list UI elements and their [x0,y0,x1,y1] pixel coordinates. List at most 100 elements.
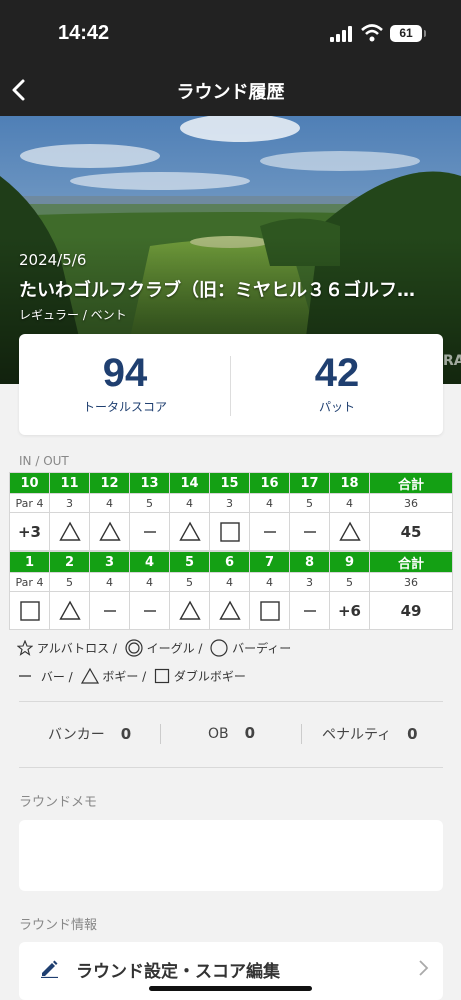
round-settings-edit-button[interactable]: ラウンド設定・スコア編集 [19,942,443,1000]
wifi-icon [361,24,383,42]
legend-eagle: イーグル / [146,641,203,656]
hole-number: 7 [249,551,290,573]
hole-score[interactable] [289,591,330,630]
par-row: Par 4 5 4 4 5 4 4 3 5 36 [9,572,453,592]
hole-number: 1 [9,551,50,573]
ob-value: 0 [244,724,256,742]
hole-number: 15 [209,472,250,494]
stat-divider [160,724,161,744]
square-icon [219,521,240,542]
putt-count: 42 [314,351,360,395]
total-score: 94 [102,351,148,395]
triangle-icon [58,521,81,541]
star-icon [17,640,33,656]
hole-score[interactable] [169,512,210,551]
hole-score[interactable] [89,591,130,630]
par-row: Par 4 3 4 5 4 3 4 5 4 36 [9,493,453,513]
hole-number: 5 [169,551,210,573]
hole-par: 3 [49,493,90,513]
hole-score[interactable]: +3 [9,512,50,551]
hole-par: 3 [209,493,250,513]
hole-score[interactable] [169,591,210,630]
hole-score[interactable] [89,512,130,551]
ob-stat: OB 0 [208,724,255,756]
bunker-stat: バンカー 0 [48,724,131,756]
total-header: 合計 [369,472,453,494]
hole-par: 5 [329,572,370,592]
home-indicator [149,986,312,991]
photo-watermark: RA [443,353,461,369]
hole-number: 17 [289,472,330,494]
edit-button-label: ラウンド設定・スコア編集 [76,962,280,982]
hole-score[interactable] [329,512,370,551]
hole-number: 13 [129,472,170,494]
hole-score[interactable] [49,591,90,630]
hole-number: 4 [129,551,170,573]
hole-score[interactable] [249,512,290,551]
bunker-value: 0 [120,725,132,743]
putt-block: 42 パット [231,334,443,435]
score-summary-card: 94 トータルスコア 42 パット [19,334,443,435]
dash-icon [303,609,316,612]
triangle-icon [178,521,201,541]
round-memo-box[interactable] [19,820,443,891]
triangle-icon [98,521,121,541]
square-icon [259,600,280,621]
hole-number: 8 [289,551,330,573]
round-date: 2024/5/6 [19,251,87,269]
status-time: 14:42 [58,22,110,44]
hole-score[interactable] [9,591,50,630]
total-score-label: トータルスコア [82,400,167,414]
hole-number: 3 [89,551,130,573]
triangle-icon [218,600,241,620]
hole-par: 4 [169,493,210,513]
hole-number: 2 [49,551,90,573]
hole-score[interactable] [129,591,170,630]
hole-par: 4 [209,572,250,592]
hole-score[interactable] [209,591,250,630]
hole-number-row: 1 2 3 4 5 6 7 8 9 合計 [9,551,453,573]
hole-number: 12 [89,472,130,494]
hole-score[interactable]: +6 [329,591,370,630]
dash-icon [19,675,31,677]
hole-par: 5 [169,572,210,592]
nav-bar: ラウンド履歴 [0,68,461,116]
triangle-icon [80,667,99,684]
hole-par: 4 [249,493,290,513]
triangle-icon [178,600,201,620]
round-stats: バンカー 0 OB 0 ペナルティ 0 [0,718,461,750]
hole-par: 5 [49,572,90,592]
penalty-label: ペナルティ [322,727,392,743]
stat-divider [301,724,302,744]
legend-double-bogey: ダブルボギー [173,669,246,684]
hole-score[interactable] [209,512,250,551]
circle-icon [210,639,228,657]
cellular-signal-icon [330,26,352,42]
hole-score[interactable] [289,512,330,551]
section-inout-label: IN / OUT [19,454,69,468]
hole-score[interactable] [129,512,170,551]
score-row: +6 49 [9,591,453,630]
status-bar: 14:42 61 [0,0,461,68]
hole-par: 4 [129,572,170,592]
scorecard-out: 1 2 3 4 5 6 7 8 9 合計 Par 4 5 4 4 5 4 4 3… [9,551,453,630]
hole-par: 5 [289,493,330,513]
tee-info: レギュラー / ベント [19,308,127,322]
legend-albatross: アルバトロス / [36,641,117,656]
dash-icon [143,530,156,533]
hole-number: 16 [249,472,290,494]
divider [19,767,443,768]
penalty-stat: ペナルティ 0 [322,724,418,756]
hole-par: 3 [289,572,330,592]
chevron-right-icon [419,960,429,976]
score-legend-row-1: アルバトロス / イーグル / バーディー [17,639,291,657]
putt-label: パット [318,400,355,414]
score-row: +3 45 [9,512,453,551]
hole-par: Par 4 [9,572,50,592]
triangle-icon [58,600,81,620]
score-legend-row-2: バー / ボギー / ダブルボギー [17,667,246,685]
hole-score[interactable] [249,591,290,630]
hole-number: 18 [329,472,370,494]
hole-score[interactable] [49,512,90,551]
total-score-block: 94 トータルスコア [19,334,231,435]
